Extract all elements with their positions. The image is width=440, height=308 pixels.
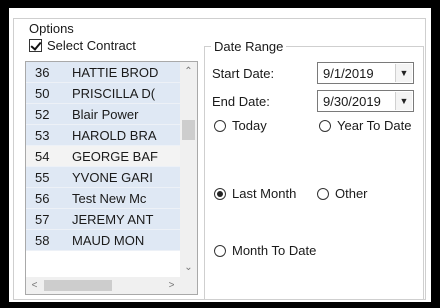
dropdown-arrow-icon[interactable]: ▼ <box>395 92 412 110</box>
contract-id: 55 <box>35 169 50 185</box>
select-contract-checkbox[interactable]: Select Contract <box>29 38 136 53</box>
list-item[interactable]: 57 JEREMY ANT <box>26 209 180 230</box>
radio-unchecked-icon[interactable] <box>214 119 226 132</box>
contract-name: PRISCILLA D( <box>72 85 156 101</box>
radio-year-to-date[interactable]: Year To Date <box>319 118 411 133</box>
chevron-right-icon[interactable]: > <box>163 278 180 293</box>
radio-today-label: Today <box>232 118 267 133</box>
contract-id: 53 <box>35 127 50 143</box>
list-item-selected[interactable]: 54 GEORGE BAF <box>26 146 180 167</box>
vertical-scrollbar[interactable]: ⌃ ⌄ <box>180 62 197 277</box>
radio-other-label: Other <box>335 186 368 201</box>
end-date-value: 9/30/2019 <box>323 94 381 109</box>
options-panel: Options Select Contract 36 HATTIE BROD 50… <box>9 8 431 302</box>
end-date-picker[interactable]: 9/30/2019 ▼ <box>317 90 414 112</box>
contract-name: GEORGE BAF <box>72 148 158 164</box>
dropdown-arrow-icon[interactable]: ▼ <box>395 64 412 82</box>
start-date-picker[interactable]: 9/1/2019 ▼ <box>317 62 414 84</box>
list-item[interactable]: 55 YVONE GARI <box>26 167 180 188</box>
contract-id: 52 <box>35 106 50 122</box>
contract-list: 36 HATTIE BROD 50 PRISCILLA D( 52 Blair Pow… <box>26 62 180 251</box>
contract-name: YVONE GARI <box>72 169 153 185</box>
radio-unchecked-icon[interactable] <box>319 119 331 132</box>
contract-id: 36 <box>35 64 50 80</box>
radio-other[interactable]: Other <box>317 186 368 201</box>
start-date-label: Start Date: <box>212 66 275 81</box>
start-date-value: 9/1/2019 <box>323 66 374 81</box>
horizontal-scrollbar[interactable]: < > <box>26 277 180 294</box>
contract-name: JEREMY ANT <box>72 211 154 227</box>
chevron-up-icon[interactable]: ⌃ <box>180 64 197 79</box>
contract-name: HAROLD BRA <box>72 127 157 143</box>
contract-name: MAUD MON <box>72 232 145 248</box>
list-item[interactable]: 50 PRISCILLA D( <box>26 83 180 104</box>
contract-id: 58 <box>35 232 50 248</box>
radio-last-month-label: Last Month <box>232 186 297 201</box>
list-item[interactable]: 52 Blair Power <box>26 104 180 125</box>
list-item[interactable]: 36 HATTIE BROD <box>26 62 180 83</box>
list-item[interactable]: 56 Test New Mc <box>26 188 180 209</box>
radio-unchecked-icon[interactable] <box>214 244 226 257</box>
radio-last-month[interactable]: Last Month <box>214 186 296 201</box>
radio-unchecked-icon[interactable] <box>317 187 329 200</box>
date-range-group: Date Range Start Date: 9/1/2019 ▼ End Da… <box>204 39 424 300</box>
scrollbar-corner <box>180 277 197 294</box>
contract-listbox[interactable]: 36 HATTIE BROD 50 PRISCILLA D( 52 Blair Pow… <box>25 61 198 295</box>
contract-id: 50 <box>35 85 50 101</box>
radio-month-to-date-label: Month To Date <box>232 243 317 258</box>
vertical-scroll-thumb[interactable] <box>182 120 195 140</box>
horizontal-scroll-thumb[interactable] <box>44 280 112 291</box>
radio-year-to-date-label: Year To Date <box>337 118 412 133</box>
options-group-title: Options <box>26 21 77 36</box>
contract-name: Blair Power <box>72 106 139 122</box>
checkbox-checked-icon[interactable] <box>29 39 42 52</box>
radio-today[interactable]: Today <box>214 118 267 133</box>
radio-month-to-date[interactable]: Month To Date <box>214 243 316 258</box>
chevron-left-icon[interactable]: < <box>26 278 43 293</box>
contract-id: 57 <box>35 211 50 227</box>
window-frame: Options Select Contract 36 HATTIE BROD 50… <box>0 0 440 308</box>
list-item[interactable]: 53 HAROLD BRA <box>26 125 180 146</box>
date-range-title: Date Range <box>211 39 287 54</box>
chevron-down-icon[interactable]: ⌄ <box>180 260 197 275</box>
contract-id: 54 <box>35 148 50 164</box>
select-contract-label: Select Contract <box>47 38 136 53</box>
end-date-label: End Date: <box>212 94 270 109</box>
list-item[interactable]: 58 MAUD MON <box>26 230 180 251</box>
contract-name: Test New Mc <box>72 190 147 206</box>
contract-name: HATTIE BROD <box>72 64 159 80</box>
contract-id: 56 <box>35 190 50 206</box>
radio-checked-icon[interactable] <box>214 187 226 200</box>
